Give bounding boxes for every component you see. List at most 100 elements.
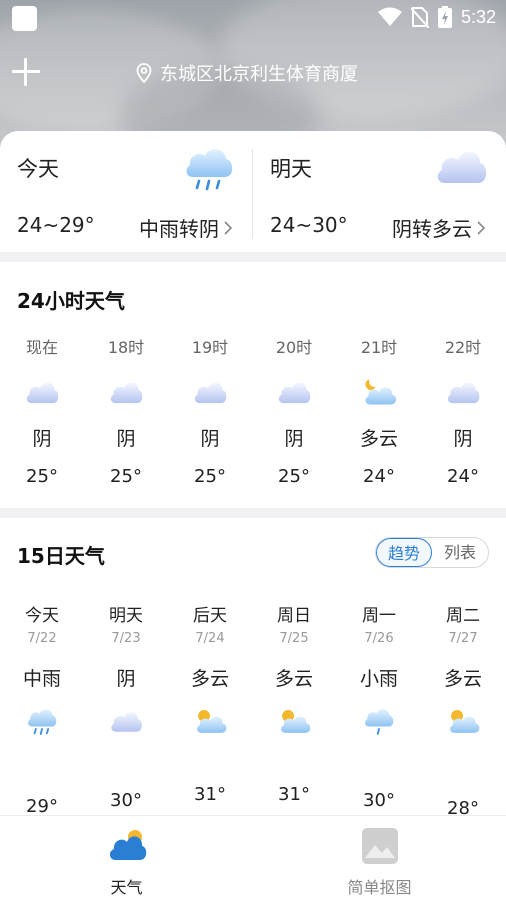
nav-weather[interactable]: 天气: [0, 816, 253, 900]
day-high-temp: 29°: [26, 796, 58, 817]
cloudy-icon: [84, 373, 168, 411]
hourly-item: 20时 阴 25°: [252, 337, 336, 489]
hour-temp: 25°: [194, 466, 226, 487]
day-label: 后天: [193, 606, 227, 626]
status-time: 5:32: [460, 6, 496, 27]
cloudy-icon: [168, 373, 252, 411]
rain-icon: [0, 704, 84, 738]
cloudy-icon: [0, 373, 84, 411]
battery-charging-icon: [437, 6, 452, 28]
image-icon: [361, 828, 398, 868]
partly-cloudy-night-icon: [337, 373, 421, 411]
tomorrow-condition: 阴转多云: [392, 213, 486, 242]
day-condition: 多云: [274, 668, 313, 690]
hourly-forecast[interactable]: 现在 阴 25° 18时 阴 25° 19时 阴 25° 20时 阴 25° 2…: [0, 337, 506, 497]
hour-condition: 阴: [32, 428, 52, 450]
daily-item[interactable]: 周日 7/25 多云: [252, 604, 336, 738]
rain-icon: [183, 143, 235, 197]
hourly-item: 22时 阴 24°: [421, 337, 505, 489]
location-name: 东城区北京利生体育商厦: [160, 64, 358, 85]
today-condition: 中雨转阴: [139, 213, 233, 242]
day-label: 明天: [109, 606, 143, 626]
top-bar: 东城区北京利生体育商厦: [0, 52, 506, 96]
status-bar: 5:32: [0, 0, 506, 34]
cloudy-icon: [434, 143, 488, 193]
hour-condition: 多云: [359, 428, 398, 450]
chevron-right-icon: [224, 220, 233, 235]
day-label: 周一: [362, 606, 396, 626]
tomorrow-condition-text: 阴转多云: [392, 217, 472, 241]
no-sim-icon: [410, 7, 429, 28]
today-temp-range: 24~29°: [17, 213, 95, 237]
daily-item[interactable]: 周一 7/26 小雨: [337, 604, 421, 738]
cloudy-icon: [84, 704, 168, 738]
hourly-item: 18时 阴 25°: [84, 337, 168, 489]
day-date: 7/25: [279, 631, 309, 646]
hour-condition: 阴: [284, 428, 304, 450]
hourly-item: 现在 阴 25°: [0, 337, 84, 489]
day-date: 7/27: [448, 631, 478, 646]
hour-temp: 24°: [363, 466, 395, 487]
add-city-button[interactable]: [12, 58, 40, 86]
partly-cloudy-icon: [252, 704, 336, 738]
nav-weather-label: 天气: [110, 878, 143, 897]
hourly-item: 19时 阴 25°: [168, 337, 252, 489]
day-condition: 阴: [116, 668, 136, 690]
day-high-temp: 31°: [278, 784, 310, 805]
tomorrow-summary[interactable]: 明天 24~30° 阴转多云: [253, 131, 506, 251]
section-gap: [0, 508, 506, 518]
light-rain-icon: [337, 704, 421, 738]
day-label: 周日: [277, 606, 311, 626]
location-display[interactable]: 东城区北京利生体育商厦: [136, 60, 358, 86]
daily-item[interactable]: 明天 7/23 阴: [84, 604, 168, 738]
cloudy-icon: [421, 373, 505, 411]
nav-cutout[interactable]: 简单抠图: [253, 816, 506, 900]
daily-item[interactable]: 后天 7/24 多云: [168, 604, 252, 738]
location-pin-icon: [136, 63, 152, 83]
cloudy-icon: [252, 373, 336, 411]
day-label: 今天: [25, 606, 59, 626]
view-toggle: 趋势 列表: [375, 537, 489, 568]
hour-temp: 25°: [278, 466, 310, 487]
tomorrow-label: 明天: [270, 157, 312, 181]
daily-item[interactable]: 今天 7/22 中雨: [0, 604, 84, 738]
day-date: 7/24: [195, 631, 225, 646]
hour-time: 现在: [25, 338, 58, 357]
partly-cloudy-icon: [421, 704, 505, 738]
day-condition: 中雨: [22, 668, 61, 690]
daily-item[interactable]: 周二 7/27 多云: [421, 604, 505, 738]
day-condition: 多云: [190, 668, 229, 690]
hour-temp: 25°: [26, 466, 58, 487]
hour-condition: 阴: [116, 428, 136, 450]
hour-condition: 阴: [453, 428, 473, 450]
daily-title: 15日天气: [17, 544, 105, 568]
hour-time: 22时: [444, 338, 482, 357]
day-high-temp: 31°: [194, 784, 226, 805]
hour-condition: 阴: [200, 428, 220, 450]
day-condition: 多云: [443, 668, 482, 690]
hourly-title: 24小时天气: [17, 289, 125, 313]
nav-cutout-label: 简单抠图: [347, 878, 412, 897]
chevron-right-icon: [477, 220, 486, 235]
hour-temp: 24°: [447, 466, 479, 487]
hour-temp: 25°: [110, 466, 142, 487]
daily-forecast[interactable]: 今天 7/22 中雨 明天 7/23 阴 后天 7/24 多云 周日 7/25 …: [0, 604, 506, 819]
tomorrow-temp-range: 24~30°: [270, 213, 348, 237]
day-high-temp: 30°: [363, 790, 395, 811]
list-tab[interactable]: 列表: [432, 538, 488, 567]
hour-time: 21时: [360, 338, 398, 357]
day-condition: 小雨: [359, 668, 398, 690]
wifi-icon: [377, 7, 402, 26]
day-date: 7/23: [111, 631, 141, 646]
bottom-navigation: 天气 简单抠图: [0, 815, 506, 900]
today-label: 今天: [17, 157, 59, 181]
trend-tab[interactable]: 趋势: [376, 538, 432, 567]
today-condition-text: 中雨转阴: [139, 217, 219, 241]
weather-icon: [107, 828, 147, 866]
day-date: 7/22: [27, 631, 57, 646]
hour-time: 19时: [191, 338, 229, 357]
day-date: 7/26: [364, 631, 394, 646]
notification-icon: [12, 6, 37, 31]
today-summary[interactable]: 今天 24~29° 中雨转阴: [0, 131, 253, 251]
hour-time: 18时: [107, 338, 145, 357]
